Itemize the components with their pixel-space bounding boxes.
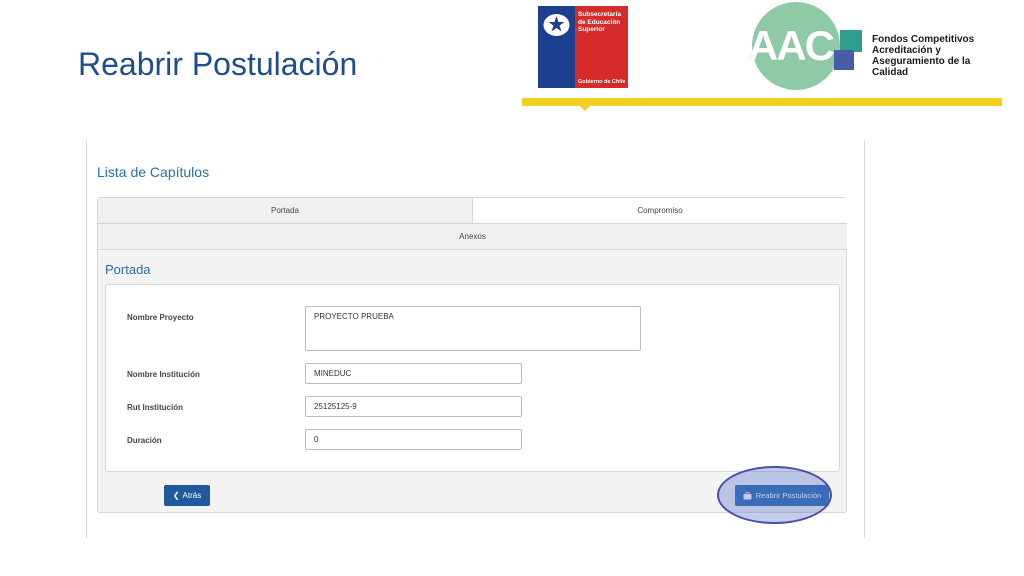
highlight-annotation	[717, 466, 832, 524]
nombre-proyecto-label: Nombre Proyecto	[127, 313, 194, 322]
gob-line-3: Superior	[578, 26, 605, 33]
rut-institucion-label: Rut Institución	[127, 403, 183, 412]
gob-line-2: de Educación	[578, 18, 621, 26]
gobierno-logo: Subsecretaría de Educación Superior Gobi…	[538, 6, 628, 88]
nombre-institucion-field[interactable]: MINEDUC	[305, 363, 522, 384]
gob-line-1: Subsecretaría	[578, 11, 621, 18]
aac-line-3: Aseguramiento de la Calidad	[872, 56, 971, 78]
nombre-institucion-label: Nombre Institución	[127, 370, 200, 379]
gob-footer: Gobierno de Chile	[578, 79, 626, 85]
atras-button[interactable]: ❮ Atrás	[164, 485, 210, 506]
section-title: Lista de Capítulos	[97, 164, 210, 180]
nombre-proyecto-textarea[interactable]: PROYECTO PRUEBA	[305, 306, 641, 351]
chevron-left-icon: ❮	[172, 491, 180, 500]
rut-institucion-field[interactable]: 25125125-9	[305, 396, 522, 417]
cube-icon	[840, 30, 862, 52]
duracion-label: Duración	[127, 436, 162, 445]
aac-logo: AAC Fondos Competitivos Acreditación y A…	[748, 2, 998, 94]
tab-anexos[interactable]: Anexos	[98, 224, 847, 250]
panel-heading: Portada	[105, 262, 151, 277]
slide-title: Reabrir Postulación	[78, 46, 358, 82]
duracion-field[interactable]: 0	[305, 429, 522, 450]
cube-icon	[834, 50, 854, 70]
crest-icon	[543, 14, 570, 36]
tab-portada[interactable]: Portada	[98, 198, 473, 224]
portada-form: Nombre Proyecto PROYECTO PRUEBA Nombre I…	[105, 284, 840, 472]
aac-line-1: Fondos Competitivos	[872, 34, 975, 45]
accent-bar-tip	[580, 106, 590, 111]
tab-compromiso[interactable]: Compromiso	[473, 198, 847, 224]
atras-button-label: Atrás	[182, 491, 202, 500]
aac-line-2: Acreditación y	[872, 45, 941, 56]
aac-letters: AAC	[748, 22, 835, 69]
chapters-panel: Portada Compromiso Anexos Portada Nombre…	[97, 197, 847, 513]
accent-bar	[522, 98, 1002, 106]
